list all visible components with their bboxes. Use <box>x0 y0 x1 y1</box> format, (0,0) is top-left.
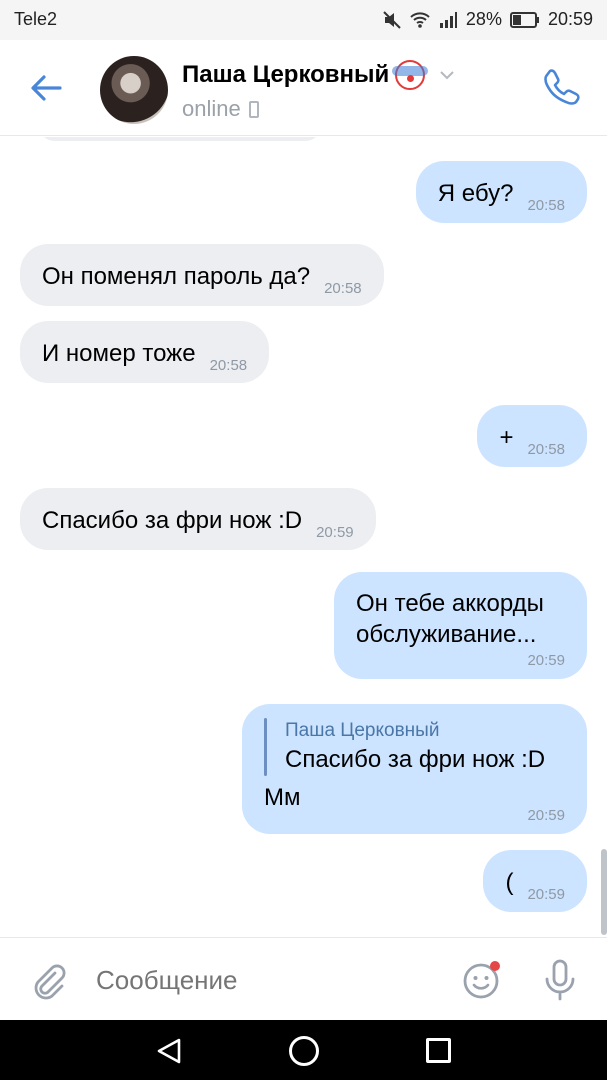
clown-icon <box>392 60 429 90</box>
reply-text: Спасибо за фри нож :D <box>285 746 546 773</box>
message-bubble-incoming[interactable]: Спасибо за фри нож :D 20:59 <box>20 488 376 550</box>
message-time: 20:59 <box>316 524 354 541</box>
scrollbar[interactable] <box>601 849 607 935</box>
message-time: 20:59 <box>527 886 565 903</box>
status-bar: Tele2 28% 20:59 <box>0 0 607 40</box>
message-bubble-outgoing-reply[interactable]: Паша Церковный Спасибо за фри нож :D Мм … <box>242 704 587 834</box>
message-text: Я ебу? <box>437 179 514 207</box>
message-text: + <box>499 423 514 451</box>
message-text: ( <box>505 868 514 896</box>
message-bubble-outgoing[interactable]: ( 20:59 <box>483 850 587 912</box>
clock: 20:59 <box>547 9 593 29</box>
system-navigation-bar <box>0 1020 607 1080</box>
chat-header: Паша Церковный online <box>0 40 607 136</box>
message-bubble-incoming[interactable]: И номер тоже 20:58 <box>20 321 270 383</box>
wifi-icon <box>410 11 430 28</box>
message-bubble-outgoing[interactable]: + 20:58 <box>477 405 587 467</box>
message-time: 20:58 <box>209 357 248 374</box>
back-arrow-icon[interactable] <box>26 68 66 108</box>
message-list[interactable]: Я ебу? 20:58 Он поменял пароль да? 20:58… <box>0 137 607 937</box>
contact-title[interactable]: Паша Церковный <box>182 60 455 90</box>
message-time: 20:58 <box>527 441 565 458</box>
microphone-icon[interactable] <box>540 958 580 1002</box>
message-time: 20:59 <box>527 652 565 669</box>
battery-percent: 28% <box>465 9 502 29</box>
signal-icon <box>439 11 457 28</box>
previous-message-fragment <box>40 137 320 141</box>
message-bubble-incoming[interactable]: Он поменял пароль да? 20:58 <box>20 244 384 306</box>
contact-status: online <box>182 96 259 122</box>
message-text-line: обслуживание... <box>356 621 537 648</box>
emoji-icon[interactable] <box>462 960 502 1000</box>
chevron-down-icon[interactable] <box>439 67 455 83</box>
message-text: И номер тоже <box>42 339 196 367</box>
nav-recents-icon[interactable] <box>426 1038 451 1063</box>
message-text: Спасибо за фри нож :D <box>42 506 303 534</box>
message-text: Мм <box>264 784 301 811</box>
contact-name: Паша Церковный <box>182 61 390 88</box>
message-input[interactable] <box>96 960 426 1000</box>
mobile-device-icon <box>248 100 259 118</box>
message-time: 20:59 <box>527 807 565 824</box>
paperclip-icon[interactable] <box>28 960 68 1000</box>
nav-back-icon[interactable] <box>155 1037 183 1065</box>
message-composer <box>0 937 607 1020</box>
avatar[interactable] <box>100 56 168 124</box>
message-time: 20:58 <box>324 280 362 297</box>
message-text-line: Он тебе аккорды <box>356 590 544 617</box>
message-text: Он поменял пароль да? <box>42 262 311 290</box>
online-status: online <box>182 96 241 121</box>
message-time: 20:58 <box>527 197 565 214</box>
carrier-label: Tele2 <box>14 9 58 29</box>
call-button-icon[interactable] <box>541 66 583 108</box>
message-bubble-outgoing[interactable]: Он тебе аккорды обслуживание... 20:59 <box>334 572 587 679</box>
reply-quote[interactable]: Паша Церковный Спасибо за фри нож :D <box>264 718 545 776</box>
message-bubble-outgoing[interactable]: Я ебу? 20:58 <box>415 161 587 223</box>
status-icons: 28% 20:59 <box>382 9 593 30</box>
battery-icon <box>509 11 539 28</box>
reply-author: Паша Церковный <box>285 720 440 741</box>
reply-bar <box>264 718 267 776</box>
nav-home-icon[interactable] <box>289 1036 319 1066</box>
mute-icon <box>383 10 401 29</box>
